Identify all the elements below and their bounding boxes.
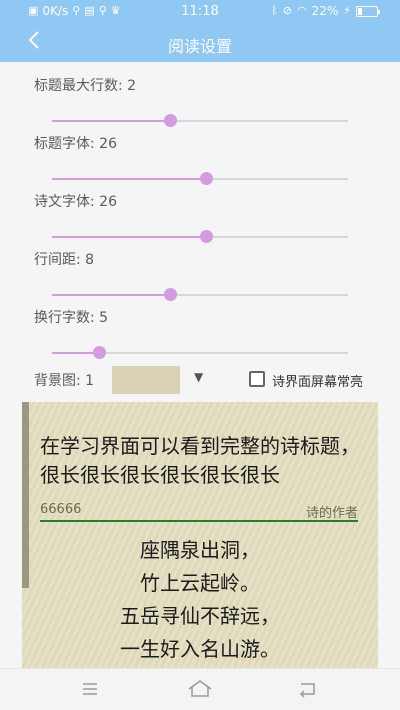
menu-button[interactable]: [80, 679, 104, 699]
slider-thumb[interactable]: [164, 114, 178, 127]
preview-meta-left: 66666: [40, 502, 82, 517]
home-button[interactable]: [187, 679, 212, 699]
keep-screen-on-checkbox[interactable]: [249, 371, 265, 387]
slider-thumb[interactable]: [93, 346, 107, 359]
setting-title-font: 标题字体: 26: [34, 134, 354, 185]
home-icon: [188, 680, 212, 697]
title-bar: 阅读设置: [0, 24, 400, 62]
poem-font-slider[interactable]: [52, 230, 348, 244]
battery-percent: 22%: [311, 4, 339, 18]
background-label: 背景图: 1: [34, 373, 95, 389]
slider-fill: [52, 120, 171, 122]
keep-screen-on-label[interactable]: 诗界面屏幕常亮: [272, 371, 363, 390]
setting-label: 换行字数: 5: [34, 310, 109, 326]
wifi-icon: ◠: [296, 4, 307, 17]
caret-down-icon: ▼: [194, 370, 204, 384]
settings-panel: 标题最大行数: 2 标题字体: 26 诗文字体: 26 行间距: 8 换行字数:…: [0, 62, 400, 402]
line-spacing-slider[interactable]: [52, 288, 348, 302]
title-lines-slider[interactable]: [52, 114, 348, 128]
reading-preview: 在学习界面可以看到完整的诗标题，很长很长很长很长很长很长 66666 诗的作者 …: [22, 402, 378, 668]
setting-title-max-lines: 标题最大行数: 2: [34, 76, 354, 127]
mute-icon: ⊘: [282, 4, 292, 17]
setting-label: 诗文字体: 26: [34, 194, 117, 210]
preview-author: 诗的作者: [305, 506, 358, 521]
poem-line: 五岳寻仙不辞远，: [120, 604, 280, 628]
status-right: ᛒ ⊘ ◠ 22% ⚡: [271, 4, 380, 18]
background-row: 背景图: 1 ▼ 诗界面屏幕常亮: [34, 364, 374, 394]
preview-poem-lines: 座隅泉出洞， 竹上云起岭。 五岳寻仙不辞远， 一生好入名山游。: [22, 534, 378, 666]
system-nav-bar: [0, 668, 400, 710]
slider-fill: [52, 236, 206, 238]
background-dropdown-button[interactable]: ▼: [194, 370, 203, 384]
back-arrow-icon: [299, 683, 315, 698]
back-nav-button[interactable]: [298, 679, 322, 699]
slider-fill: [52, 178, 206, 180]
setting-line-spacing: 行间距: 8: [34, 250, 354, 301]
battery-icon: [356, 5, 380, 17]
bluetooth-icon: ᛒ: [271, 4, 278, 17]
battery-fill: [358, 7, 362, 15]
menu-icon: [83, 683, 97, 695]
setting-wrap-chars: 换行字数: 5: [34, 308, 354, 359]
preview-meta: 66666 诗的作者: [40, 502, 358, 522]
slider-thumb[interactable]: [199, 230, 213, 243]
setting-label: 标题字体: 26: [34, 136, 117, 152]
poem-line: 竹上云起岭。: [140, 571, 260, 595]
slider-fill: [52, 352, 100, 354]
poem-line: 座隅泉出洞，: [140, 538, 260, 562]
setting-label: 行间距: 8: [34, 252, 95, 268]
wrap-chars-slider[interactable]: [52, 346, 348, 360]
status-bar: ▣ 0K/s ⚲ ▤ ⚲ ♛ 11:18 ᛒ ⊘ ◠ 22% ⚡: [0, 0, 400, 24]
charging-icon: ⚡: [343, 4, 351, 17]
title-font-slider[interactable]: [52, 172, 348, 186]
page-title: 阅读设置: [167, 37, 232, 56]
poem-line: 一生好入名山游。: [120, 637, 280, 661]
background-swatch[interactable]: [112, 366, 180, 394]
slider-thumb[interactable]: [164, 288, 178, 301]
setting-poem-font: 诗文字体: 26: [34, 192, 354, 243]
slider-fill: [52, 294, 171, 296]
slider-thumb[interactable]: [199, 172, 213, 185]
preview-title: 在学习界面可以看到完整的诗标题，很长很长很长很长很长很长: [40, 434, 360, 487]
setting-label: 标题最大行数: 2: [34, 78, 137, 94]
